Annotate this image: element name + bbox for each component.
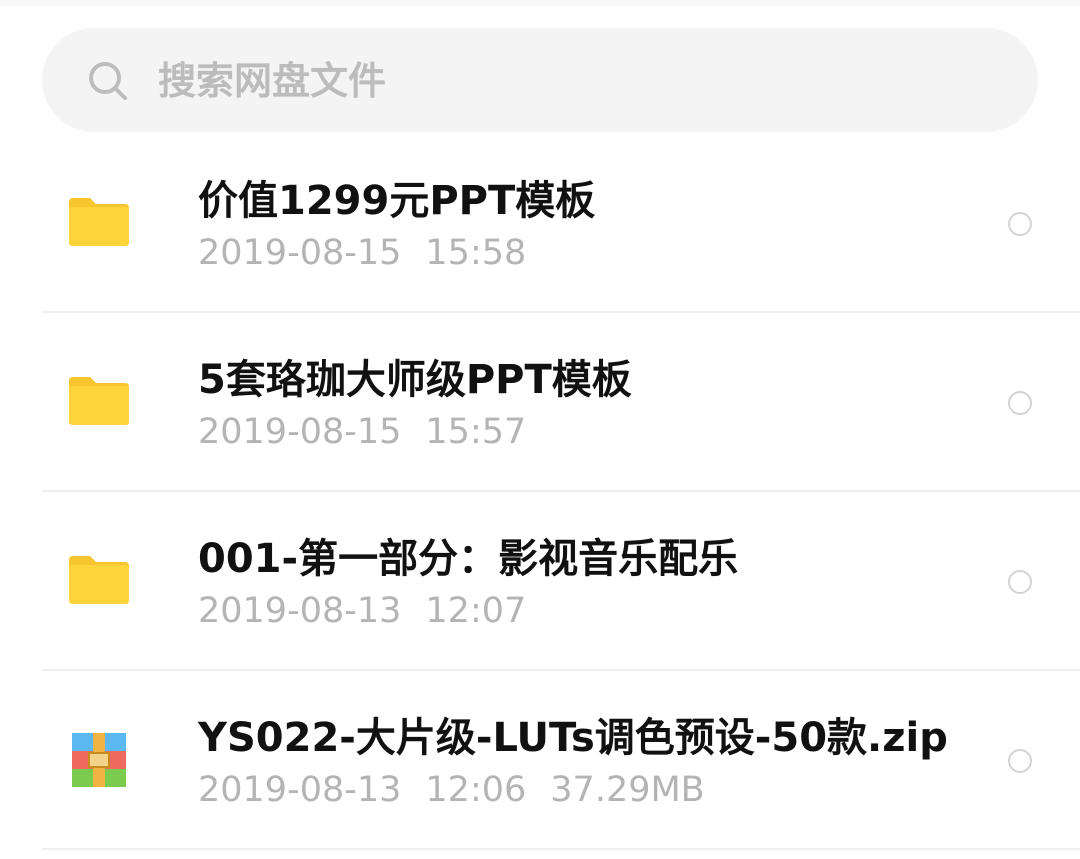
- file-name: 价值1299元PPT模板: [198, 178, 596, 224]
- zip-archive-icon: [72, 733, 126, 787]
- file-date: 2019-08-13: [198, 770, 402, 810]
- file-meta: 2019-08-15 15:58: [198, 230, 526, 276]
- file-meta: 2019-08-13 12:06 37.29MB: [198, 767, 705, 813]
- list-item[interactable]: 价值1299元PPT模板 2019-08-15 15:58: [0, 134, 1080, 313]
- file-meta: 2019-08-15 15:57: [198, 409, 526, 455]
- file-list: 价值1299元PPT模板 2019-08-15 15:58 5套珞珈大师级PPT模…: [0, 134, 1080, 850]
- file-time: 15:58: [425, 233, 527, 273]
- file-date: 2019-08-15: [198, 412, 402, 452]
- folder-icon: [69, 556, 129, 604]
- file-time: 12:07: [425, 591, 527, 631]
- list-item[interactable]: 5套珞珈大师级PPT模板 2019-08-15 15:57: [0, 313, 1080, 492]
- file-time: 15:57: [425, 412, 527, 452]
- file-browser: 价值1299元PPT模板 2019-08-15 15:58 5套珞珈大师级PPT模…: [0, 0, 1080, 859]
- list-item[interactable]: 001-第一部分：影视音乐配乐 2019-08-13 12:07: [0, 492, 1080, 671]
- search-input[interactable]: [158, 52, 958, 110]
- folder-icon: [69, 198, 129, 246]
- file-date: 2019-08-13: [198, 591, 402, 631]
- folder-icon: [69, 377, 129, 425]
- file-date: 2019-08-15: [198, 233, 402, 273]
- file-name: 5套珞珈大师级PPT模板: [198, 357, 632, 403]
- select-radio[interactable]: [1008, 391, 1032, 415]
- row-divider: [42, 848, 1080, 850]
- top-divider: [0, 0, 1080, 6]
- select-radio[interactable]: [1008, 212, 1032, 236]
- file-name: 001-第一部分：影视音乐配乐: [198, 536, 739, 582]
- file-meta: 2019-08-13 12:07: [198, 588, 526, 634]
- list-item[interactable]: YS022-大片级-LUTs调色预设-50款.zip 2019-08-13 12:…: [0, 671, 1080, 850]
- select-radio[interactable]: [1008, 570, 1032, 594]
- select-radio[interactable]: [1008, 749, 1032, 773]
- file-time: 12:06: [425, 770, 527, 810]
- file-size: 37.29MB: [550, 770, 705, 810]
- file-name: YS022-大片级-LUTs调色预设-50款.zip: [198, 715, 948, 761]
- search-icon: [89, 62, 127, 100]
